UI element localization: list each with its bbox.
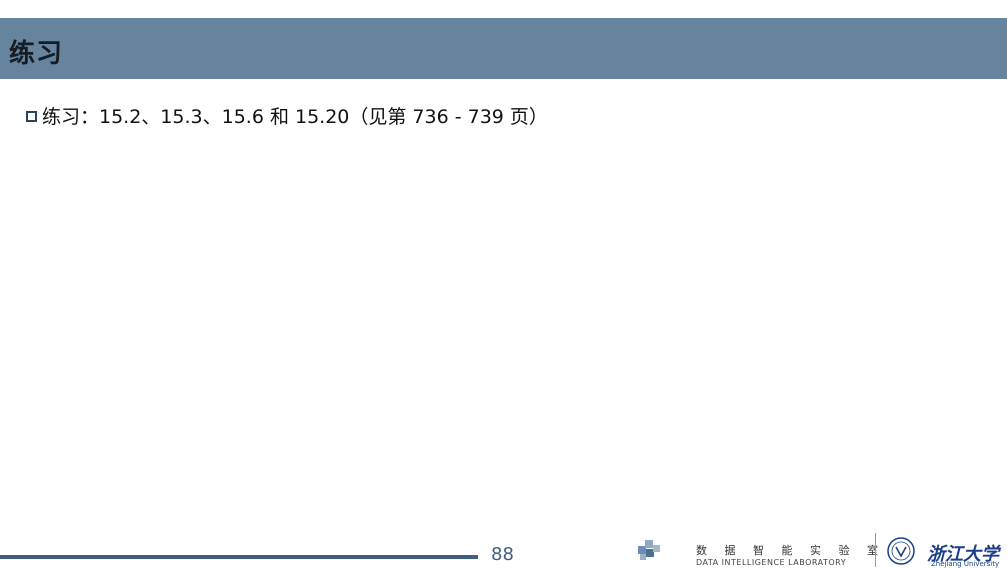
- title-bar: 练习: [0, 18, 1007, 79]
- lab-name-en: DATA INTELLIGENCE LABORATORY: [696, 558, 847, 567]
- page-number: 88: [491, 544, 514, 565]
- square-bullet-icon: [26, 111, 37, 122]
- bullet-item: 练习：15.2、15.3、15.6 和 15.20（见第 736 - 739 页…: [26, 99, 548, 131]
- logo-divider: [875, 533, 876, 567]
- lab-name-cn: 数 据 智 能 实 验 室: [696, 544, 885, 557]
- footer-rule: [0, 555, 478, 559]
- slide-title: 练习: [9, 39, 64, 69]
- zju-emblem-icon: [887, 537, 915, 565]
- bullet-text: 练习：15.2、15.3、15.6 和 15.20（见第 736 - 739 页…: [42, 105, 548, 128]
- cube-cluster-icon: [638, 540, 660, 560]
